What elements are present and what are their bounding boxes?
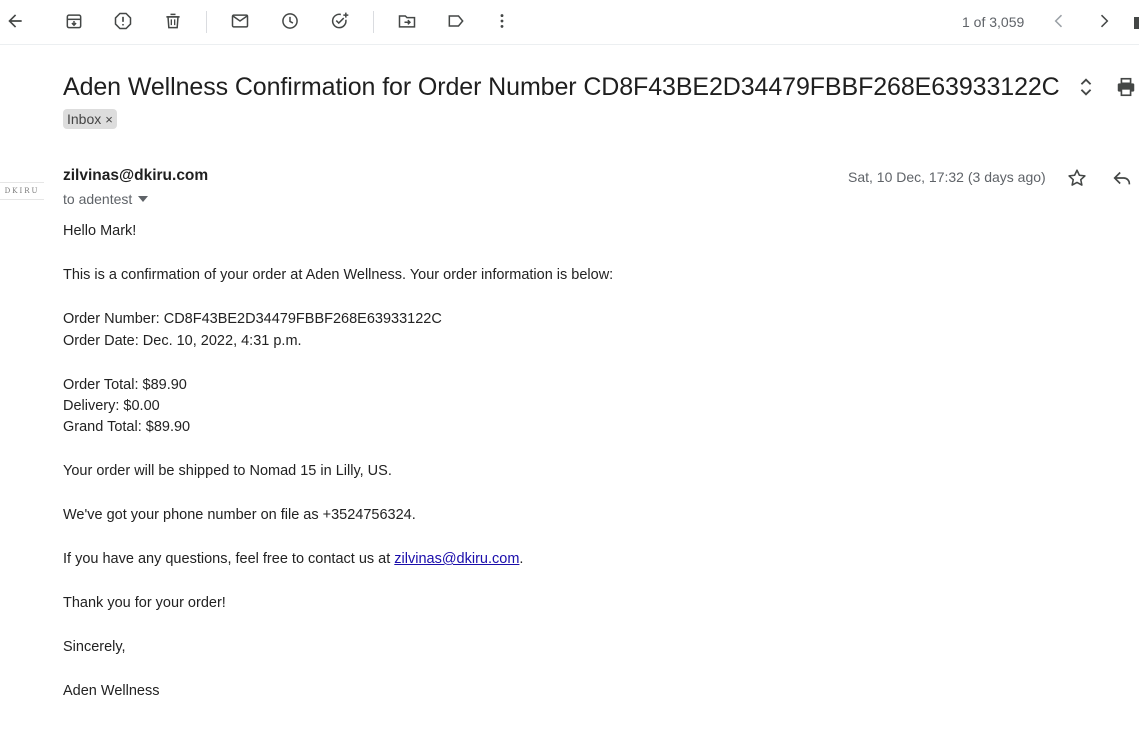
back-arrow-icon[interactable] <box>0 6 30 36</box>
recipient-label: to adentest <box>63 191 133 207</box>
shipping-info: Your order will be shipped to Nomad 15 i… <box>63 463 392 479</box>
sender-email[interactable]: zilvinas@dkiru.com <box>63 167 208 185</box>
message-counter: 1 of 3,059 <box>962 14 1025 30</box>
grand-total: Grand Total: $89.90 <box>63 419 191 435</box>
questions-text: If you have any questions, feel free to … <box>63 548 963 570</box>
label-icon[interactable] <box>441 6 471 36</box>
archive-icon[interactable] <box>59 6 89 36</box>
signature: Aden Wellness <box>63 683 160 699</box>
order-number: Order Number: CD8F43BE2D34479FBBF268E639… <box>63 311 442 327</box>
delivery-cost: Delivery: $0.00 <box>63 398 160 414</box>
order-date: Order Date: Dec. 10, 2022, 4:31 p.m. <box>63 333 302 349</box>
questions-suffix: . <box>519 551 524 567</box>
expand-all-icon[interactable] <box>1073 74 1099 100</box>
newer-chevron-left-icon[interactable] <box>1044 6 1074 36</box>
move-to-icon[interactable] <box>392 6 422 36</box>
phone-info: We've got your phone number on file as +… <box>63 507 416 523</box>
reply-icon[interactable] <box>1109 165 1135 191</box>
recipient-details[interactable]: to adentest <box>63 191 149 207</box>
print-icon[interactable] <box>1113 74 1139 100</box>
order-total: Order Total: $89.90 <box>63 377 187 393</box>
remove-label-icon[interactable]: × <box>105 112 113 127</box>
star-icon[interactable] <box>1064 165 1090 191</box>
thanks-text: Thank you for your order! <box>63 595 226 611</box>
email-subject: Aden Wellness Confirmation for Order Num… <box>63 73 1060 101</box>
mark-unread-icon[interactable] <box>225 6 255 36</box>
add-task-icon[interactable] <box>325 6 355 36</box>
email-body: Hello Mark! This is a confirmation of yo… <box>63 220 963 702</box>
toolbar: 1 of 3,059 <box>0 0 1139 45</box>
signoff: Sincerely, <box>63 639 126 655</box>
toolbar-divider <box>373 11 374 33</box>
questions-prefix: If you have any questions, feel free to … <box>63 551 395 567</box>
label-name: Inbox <box>67 111 102 127</box>
snooze-icon[interactable] <box>275 6 305 36</box>
input-tools-icon[interactable] <box>1134 17 1139 29</box>
older-chevron-right-icon[interactable] <box>1089 6 1119 36</box>
email-date: Sat, 10 Dec, 17:32 (3 days ago) <box>848 169 1046 185</box>
report-spam-icon[interactable] <box>108 6 138 36</box>
inbox-label-chip[interactable]: Inbox × <box>63 109 117 129</box>
more-vert-icon[interactable] <box>487 6 517 36</box>
toolbar-divider <box>206 11 207 33</box>
contact-email-link[interactable]: zilvinas@dkiru.com <box>394 551 519 567</box>
delete-icon[interactable] <box>158 6 188 36</box>
avatar: DKIRU <box>0 182 44 200</box>
caret-down-icon[interactable] <box>138 196 149 202</box>
greeting: Hello Mark! <box>63 223 137 239</box>
intro-text: This is a confirmation of your order at … <box>63 267 614 283</box>
